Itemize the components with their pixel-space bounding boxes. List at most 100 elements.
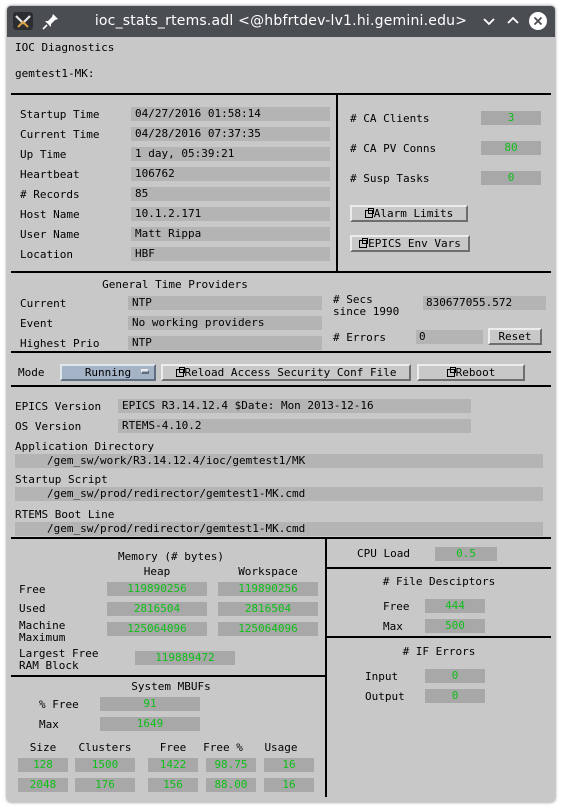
divider [327, 567, 551, 569]
machine-max-label-line2: Maximum [19, 631, 66, 644]
if-input-label: Input [365, 670, 399, 683]
fd-free-label: Free [383, 600, 410, 613]
mode-selected: Running [84, 366, 132, 379]
memory-heading: Memory (# bytes) [118, 550, 224, 563]
file-descriptors-heading: # File Desciptors [382, 575, 496, 588]
boot-line-label: RTEMS Boot Line [15, 508, 115, 521]
startup-time-value: 04/27/2016 01:58:14 [131, 107, 330, 121]
ca-clients-label: # CA Clients [350, 112, 430, 125]
mbuf-row2-usage: 16 [264, 778, 314, 792]
host-name-label: Host Name [20, 208, 80, 221]
user-name-label: User Name [20, 228, 80, 241]
cpu-load-label: CPU Load [357, 547, 410, 560]
mbuf-row1-free: 1422 [148, 758, 198, 772]
mbuf-row2-size: 2048 [18, 778, 68, 792]
mbuf-row1-size: 128 [18, 758, 68, 772]
ca-pv-conns-value: 80 [481, 141, 541, 155]
event-provider-label: Event [20, 317, 54, 330]
cpu-load-value: 0.5 [435, 547, 497, 561]
startup-script-value: /gem_sw/prod/redirector/gemtest1-MK.cmd [15, 487, 543, 501]
menu-indicator-icon [141, 369, 149, 374]
up-time-label: Up Time [20, 148, 67, 161]
divider [11, 537, 551, 539]
os-version-label: OS Version [15, 420, 82, 433]
mbuf-col-size: Size [29, 741, 57, 754]
location-value: HBF [131, 247, 330, 261]
up-time-value: 1 day, 05:39:21 [131, 147, 330, 161]
maximize-icon[interactable] [502, 10, 524, 32]
secs-label-line2: since 1990 [333, 305, 400, 318]
related-display-icon [359, 238, 369, 248]
startup-time-label: Startup Time [20, 108, 100, 121]
host-name-value: 10.1.2.171 [131, 207, 330, 221]
epics-env-vars-label: EPICS Env Vars [368, 237, 461, 250]
location-label: Location [20, 248, 73, 261]
current-provider-label: Current [20, 297, 67, 310]
fd-free-value: 444 [425, 599, 485, 613]
reboot-label: Reboot [455, 366, 496, 379]
heap-free-value: 119890256 [107, 582, 207, 596]
alarm-limits-button[interactable]: Alarm Limits [350, 205, 468, 222]
panel-title: IOC Diagnostics [15, 41, 115, 54]
reload-access-security-button[interactable]: Reload Access Security Conf File [161, 364, 411, 381]
os-version-value: RTEMS-4.10.2 [118, 419, 471, 433]
workspace-column-header: Workspace [238, 565, 298, 578]
epics-env-vars-button[interactable]: EPICS Env Vars [350, 235, 470, 252]
susp-tasks-label: # Susp Tasks [350, 172, 430, 185]
susp-tasks-value: 0 [481, 171, 541, 185]
event-provider-value: No working providers [128, 316, 322, 330]
records-value: 85 [131, 187, 330, 201]
mbuf-col-usage: Usage [264, 741, 298, 754]
mbuf-col-free: Free [159, 741, 187, 754]
divider [11, 271, 551, 273]
shell-command-icon [446, 367, 456, 377]
mbuf-row1-clusters: 1500 [75, 758, 135, 772]
title-bar: ioc_stats_rtems.adl <@hbfrtdev-lv1.hi.ge… [7, 6, 555, 37]
ca-clients-value: 3 [481, 111, 541, 125]
if-output-value: 0 [425, 689, 485, 703]
epics-version-label: EPICS Version [15, 400, 102, 413]
mbuf-pct-free-label: % Free [39, 698, 79, 711]
fd-max-label: Max [383, 620, 403, 633]
minimize-icon[interactable] [478, 10, 500, 32]
divider [11, 93, 551, 95]
close-icon[interactable] [527, 10, 549, 32]
heap-column-header: Heap [143, 565, 171, 578]
mbuf-col-clusters: Clusters [78, 741, 132, 754]
workspace-used-value: 2816504 [218, 602, 318, 616]
mbuf-row2-clusters: 176 [75, 778, 135, 792]
mode-menu[interactable]: Running [60, 364, 156, 381]
highest-prio-value: NTP [128, 336, 322, 350]
current-time-value: 04/28/2016 07:37:35 [131, 127, 330, 141]
mbuf-row2-free-pct: 88.00 [206, 778, 256, 792]
ca-pv-conns-label: # CA PV Conns [350, 142, 437, 155]
reboot-button[interactable]: Reboot [417, 364, 525, 381]
records-label: # Records [20, 188, 80, 201]
heap-used-value: 2816504 [107, 602, 207, 616]
user-name-value: Matt Rippa [131, 227, 330, 241]
reset-button[interactable]: Reset [488, 328, 542, 345]
workspace-max-value: 125064096 [218, 622, 318, 636]
app-directory-label: Application Directory [15, 440, 155, 453]
alarm-limits-label: Alarm Limits [373, 207, 454, 220]
divider [11, 675, 325, 677]
highest-prio-label: Highest Prio [20, 337, 100, 350]
ioc-name: gemtest1-MK: [15, 67, 95, 80]
shell-command-icon [175, 367, 185, 377]
mbuf-row1-usage: 16 [264, 758, 314, 772]
mbuf-col-free-pct: Free % [203, 741, 243, 754]
mbuf-pct-free-value: 91 [100, 697, 200, 711]
current-provider-value: NTP [128, 296, 322, 310]
mbuf-max-value: 1649 [100, 717, 200, 731]
heartbeat-value: 106762 [131, 167, 330, 181]
app-directory-value: /gem_sw/work/R3.14.12.4/ioc/gemtest1/MK [15, 454, 543, 468]
largest-free-label-line2: RAM Block [19, 659, 79, 672]
if-output-label: Output [365, 690, 405, 703]
mbuf-row2-free: 156 [148, 778, 198, 792]
mem-free-label: Free [19, 583, 46, 596]
mbuf-row1-free-pct: 98.75 [206, 758, 256, 772]
medm-window: ioc_stats_rtems.adl <@hbfrtdev-lv1.hi.ge… [7, 6, 555, 802]
related-display-icon [364, 208, 374, 218]
window-title: ioc_stats_rtems.adl <@hbfrtdev-lv1.hi.ge… [94, 13, 468, 29]
epics-version-value: EPICS R3.14.12.4 $Date: Mon 2013-12-16 [118, 399, 471, 413]
